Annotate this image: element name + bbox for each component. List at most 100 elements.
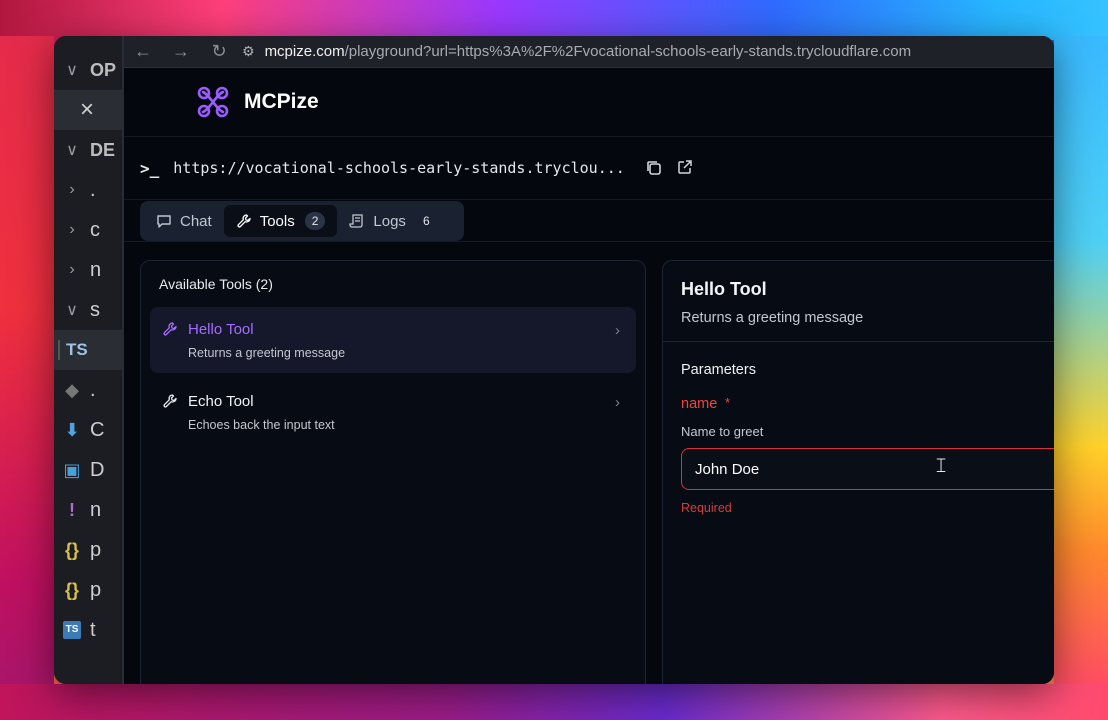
tool-title: Hello Tool [681, 279, 767, 299]
server-url-row: >_ https://vocational-schools-early-stan… [124, 136, 1054, 200]
explorer-folder-item[interactable]: › n [54, 250, 124, 290]
brand-name: MCPize [244, 90, 319, 113]
tool-item-echo[interactable]: Echo Tool Echoes back the input text › [150, 379, 636, 445]
available-tools-panel: Available Tools (2) Hello Tool Returns a… [140, 260, 646, 684]
explorer-folder-item[interactable]: › . [54, 170, 124, 210]
tools-count-badge: 2 [304, 212, 326, 230]
explorer-label: c [90, 218, 100, 241]
tab-tools[interactable]: Tools 2 [223, 205, 338, 237]
git-icon: ◆ [65, 379, 79, 400]
chevron-down-icon: ∨ [66, 302, 78, 319]
back-arrow-icon[interactable]: ← [124, 41, 162, 62]
download-icon: ⬇ [64, 419, 80, 440]
explorer-label: . [90, 178, 96, 201]
app-header: MCPize [124, 68, 1054, 136]
tool-name: Hello Tool [188, 321, 254, 338]
desktop-wallpaper-left [0, 36, 54, 720]
reload-icon[interactable]: ↻ [200, 41, 238, 62]
tool-name: Echo Tool [188, 393, 254, 410]
explorer-label: n [90, 258, 102, 281]
explorer-file-item[interactable]: ◆ . [54, 370, 124, 410]
chevron-right-icon: › [615, 394, 620, 411]
chevron-right-icon: › [69, 181, 75, 198]
explorer-open-editor-item[interactable]: × [54, 90, 124, 130]
url-host: mcpize.com [264, 43, 345, 60]
explorer-folder-item[interactable]: ∨ s [54, 290, 124, 330]
tool-detail-panel: Hello Tool Returns a greeting message Pa… [662, 260, 1054, 684]
explorer-label: p [90, 538, 102, 561]
explorer-label: p [90, 578, 102, 601]
explorer-label: t [90, 618, 96, 641]
wrench-icon [236, 213, 252, 229]
typescript-icon: TS [63, 621, 81, 639]
tab-label: Logs [373, 212, 406, 230]
explorer-section-project[interactable]: ∨ DE [54, 130, 124, 170]
tool-description: Returns a greeting message [188, 346, 346, 360]
vscode-explorer: ∨ OP × ∨ DE › . › c › n ∨ s TS ◆ . ⬇ C ▣… [54, 36, 124, 684]
mcpize-logo-icon [197, 86, 229, 118]
browser-toolbar: ← → ↻ ⚙ mcpize.com/playground?url=https%… [124, 36, 1054, 68]
logs-icon [349, 213, 365, 229]
tab-label: Chat [180, 212, 212, 230]
external-link-icon[interactable] [677, 159, 695, 177]
explorer-label: . [90, 378, 96, 401]
chevron-right-icon: › [615, 322, 620, 339]
chevron-down-icon: ∨ [66, 62, 78, 79]
typescript-file-icon: TS [58, 340, 88, 360]
tab-label: Tools [259, 212, 295, 230]
explorer-file-item[interactable]: TS [54, 330, 124, 370]
tab-chat[interactable]: Chat [144, 205, 224, 237]
chevron-right-icon: › [69, 221, 75, 238]
address-bar[interactable]: mcpize.com/playground?url=https%3A%2F%2F… [265, 43, 912, 60]
explorer-file-item[interactable]: ! n [54, 490, 124, 530]
explorer-folder-item[interactable]: › c [54, 210, 124, 250]
terminal-icon: >_ [140, 158, 160, 178]
explorer-label: C [90, 418, 105, 441]
app-window: ∨ OP × ∨ DE › . › c › n ∨ s TS ◆ . ⬇ C ▣… [54, 36, 1054, 684]
desktop-wallpaper-right [1054, 36, 1108, 720]
close-icon[interactable]: × [80, 96, 94, 124]
forward-arrow-icon[interactable]: → [162, 41, 200, 62]
divider [124, 241, 1054, 242]
param-error-text: Required [681, 501, 732, 515]
tool-description: Echoes back the input text [188, 418, 335, 432]
explorer-label: OP [90, 59, 117, 80]
json-icon: {} [64, 539, 79, 560]
browser-window: ← → ↻ ⚙ mcpize.com/playground?url=https%… [124, 36, 1054, 684]
tab-logs[interactable]: Logs 6 [337, 205, 448, 237]
explorer-label: DE [90, 139, 116, 160]
panel-title: Available Tools (2) [159, 276, 273, 292]
parameters-heading: Parameters [681, 362, 756, 378]
server-url: https://vocational-schools-early-stands.… [173, 159, 625, 177]
docker-icon: ▣ [63, 459, 81, 480]
name-input[interactable] [681, 448, 1054, 490]
explorer-file-item[interactable]: {} p [54, 530, 124, 570]
text-cursor-icon: 𝙸 [934, 455, 949, 477]
chat-icon [156, 213, 172, 229]
explorer-label: n [90, 498, 102, 521]
desktop-wallpaper-bottom [0, 684, 1108, 720]
exclamation-icon: ! [69, 499, 75, 520]
wrench-icon [163, 322, 177, 336]
explorer-file-item[interactable]: ⬇ C [54, 410, 124, 450]
url-path: /playground?url=https%3A%2F%2Fvocational… [344, 43, 912, 60]
explorer-file-item[interactable]: {} p [54, 570, 124, 610]
wrench-icon [163, 394, 177, 408]
required-mark: * [725, 395, 731, 410]
json-icon: {} [64, 579, 79, 600]
tool-item-hello[interactable]: Hello Tool Returns a greeting message › [150, 307, 636, 373]
chevron-right-icon: › [69, 261, 75, 278]
desktop-wallpaper-top [0, 0, 1108, 40]
divider [663, 341, 1054, 342]
explorer-label: D [90, 458, 105, 481]
tab-bar: Chat Tools 2 Logs 6 [140, 201, 464, 241]
logs-count-badge: 6 [422, 214, 430, 228]
explorer-file-item[interactable]: ▣ D [54, 450, 124, 490]
site-info-icon[interactable]: ⚙ [242, 43, 255, 60]
chevron-down-icon: ∨ [66, 142, 78, 159]
tool-description: Returns a greeting message [681, 310, 864, 326]
param-help-text: Name to greet [681, 424, 764, 439]
explorer-file-item[interactable]: TS t [54, 610, 124, 650]
copy-icon[interactable] [645, 159, 663, 177]
explorer-section-open-editors[interactable]: ∨ OP [54, 50, 124, 90]
